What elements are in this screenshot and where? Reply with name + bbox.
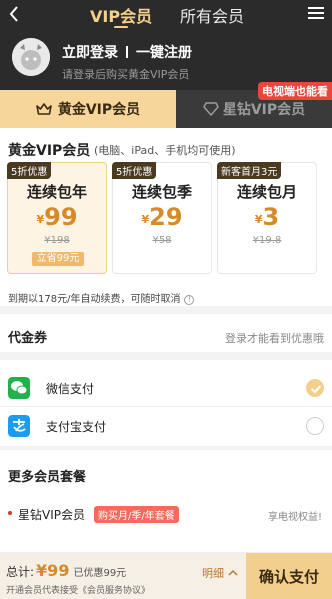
plan-tag: 新客首月3元: [217, 162, 282, 179]
login-link[interactable]: 立即登录: [62, 45, 118, 61]
tab-all-members[interactable]: 所有会员: [180, 3, 244, 27]
info-icon[interactable]: !: [184, 295, 195, 305]
plan-tag: 5折优惠: [112, 162, 157, 179]
back-arrow-icon[interactable]: [6, 4, 24, 24]
price-value: 29: [149, 203, 183, 231]
tab-vip[interactable]: VIP会员: [90, 3, 152, 27]
payment-option-alipay[interactable]: 支付宝支付: [0, 406, 332, 446]
tab-gold-vip[interactable]: 黄金VIP会员: [0, 90, 176, 128]
discount-amount: 已优惠99元: [73, 568, 127, 579]
alipay-label: 支付宝支付: [46, 420, 107, 434]
price-value: 99: [44, 203, 78, 231]
alipay-radio[interactable]: [306, 417, 324, 435]
register-link[interactable]: 一键注册: [136, 45, 192, 61]
package-tag: 购买月/季/年套餐: [94, 506, 179, 523]
coupon-login-hint[interactable]: 登录才能看到优惠哦: [225, 330, 324, 346]
tv-badge: 电视端也能看: [258, 82, 332, 100]
login-subtitle: 请登录后购买黄金VIP会员: [62, 68, 190, 81]
plan-name: 连续包年: [26, 183, 87, 201]
confirm-pay-button[interactable]: 确认支付: [246, 553, 332, 599]
original-price: ¥58: [152, 235, 172, 246]
section-divider: [0, 352, 332, 360]
section-divider: [0, 306, 332, 314]
payment-option-wechat[interactable]: 微信支付: [0, 368, 332, 408]
more-packages-title: 更多会员套餐: [8, 470, 87, 485]
detail-label: 明细: [202, 567, 224, 580]
section-title-gold: 黄金VIP会员: [8, 143, 91, 159]
original-price: ¥19.8: [252, 235, 282, 246]
check-icon: [310, 385, 322, 394]
diamond-icon: [203, 102, 219, 116]
total-price: ¥99: [36, 561, 70, 580]
chevron-up-icon: [227, 569, 238, 576]
currency-symbol: ¥: [141, 213, 150, 226]
login-separator: [126, 46, 128, 58]
tab-gold-vip-label: 黄金VIP会员: [57, 102, 141, 118]
original-price: ¥198: [44, 235, 70, 246]
plan-tag: 5折优惠: [7, 162, 52, 179]
savings-badge: 立省99元: [32, 252, 84, 266]
package-benefit: 享电视权益!: [267, 512, 322, 523]
device-note: (电脑、iPad、手机均可使用): [94, 144, 236, 157]
total-line: 总计: ¥99 已优惠99元: [6, 561, 126, 580]
bullet-dot: [8, 511, 12, 515]
section-divider: [0, 446, 332, 450]
tab-star-vip-label: 星钻VIP会员: [222, 102, 306, 118]
plan-price: ¥29: [113, 203, 211, 231]
plan-price: ¥99: [8, 203, 106, 231]
plan-card-monthly[interactable]: 新客首月3元 连续包月 ¥3 ¥19.8: [217, 162, 317, 274]
plan-name: 连续包季: [131, 183, 192, 201]
tab-star-vip[interactable]: 星钻VIP会员 电视端也能看: [176, 82, 332, 128]
detail-toggle[interactable]: 明细: [202, 565, 238, 581]
plan-card-yearly[interactable]: 5折优惠 连续包年 ¥99 ¥198 立省99元: [7, 162, 107, 274]
avatar[interactable]: [12, 38, 50, 76]
wechat-pay-label: 微信支付: [46, 382, 95, 396]
package-name: 星钻VIP会员: [18, 508, 85, 522]
wechat-pay-radio[interactable]: [306, 379, 324, 397]
vip-type-tabs: 黄金VIP会员 星钻VIP会员 电视端也能看: [0, 82, 332, 128]
plan-name: 连续包月: [236, 183, 297, 201]
login-register-line: 立即登录 一键注册: [62, 42, 192, 62]
autorenew-note: 到期以178元/年自动续费，可随时取消!: [8, 290, 195, 305]
autorenew-text: 到期以178元/年自动续费，可随时取消: [8, 294, 181, 305]
coupon-title: 代金券: [8, 331, 48, 346]
crown-icon: [36, 103, 52, 115]
wechat-pay-icon: [8, 377, 30, 399]
alipay-icon: [8, 415, 30, 437]
user-login-area: 立即登录 一键注册 请登录后购买黄金VIP会员: [0, 28, 332, 90]
plan-price: ¥3: [218, 203, 316, 231]
default-avatar-icon: [12, 38, 50, 76]
package-star-vip[interactable]: 星钻VIP会员 购买月/季/年套餐 享电视权益!: [0, 500, 332, 528]
menu-icon[interactable]: [308, 6, 324, 20]
plan-card-quarterly[interactable]: 5折优惠 连续包季 ¥29 ¥58: [112, 162, 212, 274]
price-value: 3: [262, 203, 280, 231]
checkout-bar: 总计: ¥99 已优惠99元 开通会员代表接受《会员服务协议》 明细 确认支付: [0, 552, 332, 599]
total-label: 总计:: [6, 565, 35, 579]
top-bar: VIP会员 所有会员: [0, 0, 332, 29]
agreement-link[interactable]: 开通会员代表接受《会员服务协议》: [6, 583, 150, 596]
currency-symbol: ¥: [36, 213, 45, 226]
